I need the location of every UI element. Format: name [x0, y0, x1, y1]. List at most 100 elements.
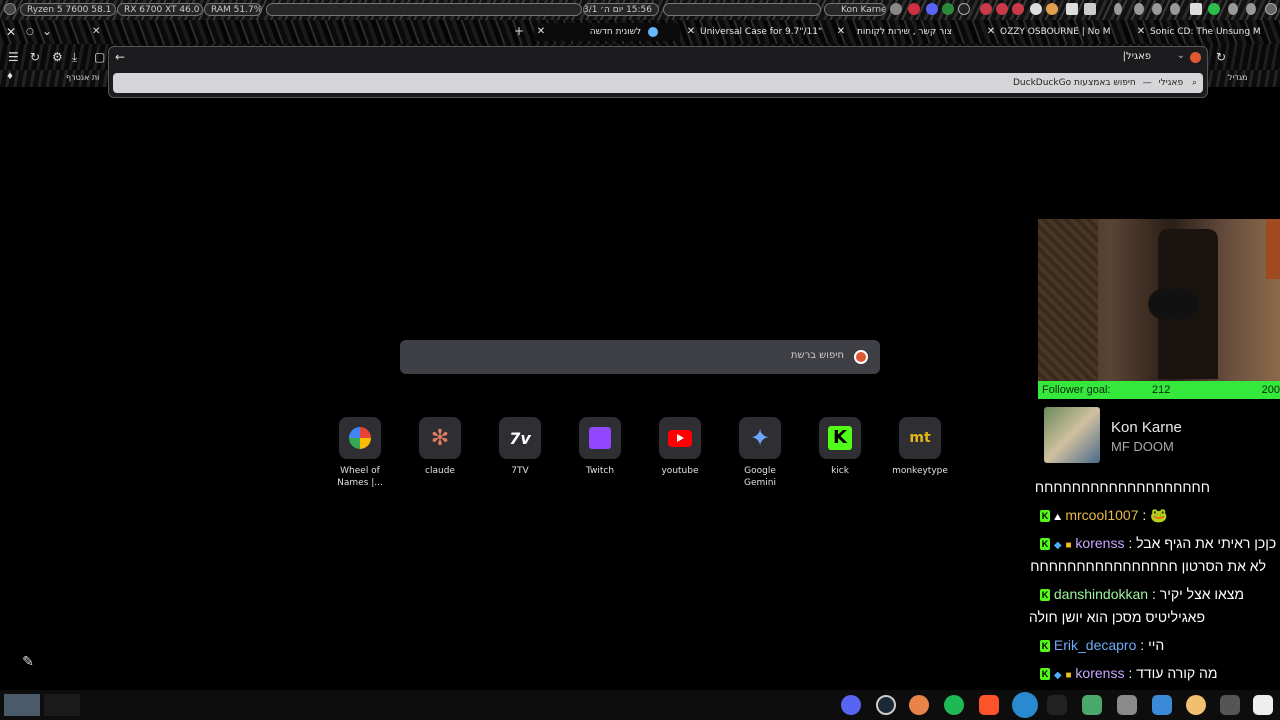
twitch-icon	[579, 417, 621, 459]
tab-ozzy[interactable]: ✕ OZZY OSBOURNE | No M	[984, 23, 1110, 41]
chevron-down-icon[interactable]: ⌄	[42, 24, 52, 38]
frog-emote-icon: 🐸	[1150, 507, 1168, 523]
tab-universal-case[interactable]: ✕ Universal Case for 9.7"/11"	[684, 23, 824, 41]
duckduckgo-icon	[854, 350, 868, 364]
app-icon-3[interactable]	[1082, 695, 1102, 715]
7tv-icon: 7v	[499, 417, 541, 459]
tab-close-icon[interactable]: ✕	[534, 23, 548, 41]
bookmark-item-right[interactable]: מגדיל	[1228, 73, 1247, 82]
shortcut-kick[interactable]: K kick	[808, 417, 872, 477]
webcam-wall	[1038, 219, 1098, 381]
discord-tray-icon[interactable]	[926, 3, 938, 15]
brave-icon[interactable]	[979, 695, 999, 715]
shortcut-7tv[interactable]: 7v 7TV	[488, 417, 552, 477]
folder-icon[interactable]	[1117, 695, 1137, 715]
shortcut-claude[interactable]: ✻ claude	[408, 417, 472, 477]
shortcut-youtube[interactable]: youtube	[648, 417, 712, 477]
tab-close-icon[interactable]: ✕	[984, 23, 998, 41]
steam-icon[interactable]	[876, 695, 896, 715]
app-icon-4[interactable]	[1186, 695, 1206, 715]
badge-icon: ■	[1065, 670, 1072, 681]
steam-tray-icon[interactable]	[1030, 3, 1042, 15]
store-icon[interactable]	[1152, 695, 1172, 715]
now-playing-song: MF DOOM	[1111, 439, 1174, 454]
media-progress-bar[interactable]	[663, 3, 821, 16]
network-icon[interactable]	[1170, 3, 1180, 15]
tray-icon-3[interactable]	[942, 3, 954, 15]
shortcut-monkeytype[interactable]: mt monkeytype	[888, 417, 952, 477]
tab-new-tab[interactable]: ✕ לשונית חדשה	[534, 23, 680, 41]
volume-icon[interactable]	[1152, 3, 1162, 15]
tab-close-icon[interactable]: ✕	[684, 23, 698, 41]
edit-pencil-icon[interactable]: ✎	[16, 650, 40, 674]
tab-contact[interactable]: ✕ צור קשר , שירות לקוחות	[834, 23, 974, 41]
tray-icon-5[interactable]	[980, 3, 992, 15]
refresh-icon[interactable]: ↻	[1216, 50, 1226, 64]
kick-badge-icon: K	[1040, 510, 1050, 523]
workspace-thumb-1[interactable]	[4, 694, 40, 716]
chat-username: korenss	[1075, 665, 1125, 681]
workspace-thumb-2[interactable]	[44, 694, 80, 716]
bookmark-item-left[interactable]: ות אנטרף	[66, 73, 99, 82]
new-tab-icon[interactable]: +	[514, 24, 524, 38]
tray-icon-10[interactable]	[1084, 3, 1096, 15]
chat-text: כןכן ראיתי את הגיף אבל	[1136, 535, 1277, 551]
tab-close-icon[interactable]: ✕	[1134, 23, 1148, 41]
chevron-down-icon[interactable]: ⌄	[1177, 50, 1185, 61]
follower-goal-bar: Follower goal: 212 200	[1038, 381, 1280, 399]
extensions-icon[interactable]: ⚙	[52, 50, 63, 64]
web-search-box[interactable]: חיפוש ברשת	[400, 340, 880, 374]
clipboard-icon[interactable]	[1190, 3, 1202, 15]
power-icon[interactable]	[4, 3, 16, 15]
album-art	[1044, 407, 1100, 463]
tray-icon-11[interactable]	[1134, 3, 1144, 15]
system-top-bar: Ryzen 5 7600 58.1 °C RX 6700 XT 46.0 °C …	[0, 0, 1280, 20]
shortcut-twitch[interactable]: Twitch	[568, 417, 632, 477]
chat-username: danshindokkan	[1053, 586, 1149, 602]
duckduckgo-icon[interactable]	[1190, 52, 1201, 63]
suggestion-separator: —	[1142, 78, 1152, 88]
tray-icon-7[interactable]	[1012, 3, 1024, 15]
back-arrow-icon[interactable]: ←	[115, 50, 125, 64]
menu-icon[interactable]: ☰	[8, 50, 19, 64]
url-input[interactable]: פאגיל|	[1123, 51, 1151, 62]
app-icon-5[interactable]	[1220, 695, 1240, 715]
app-icon-1[interactable]	[909, 695, 929, 715]
media-title[interactable]: Kon Karne	[824, 3, 886, 16]
spotify-icon[interactable]	[944, 695, 964, 715]
badge-icon: ◆	[1053, 670, 1062, 681]
tray-icon-14[interactable]	[1246, 3, 1256, 15]
tray-icon-6[interactable]	[996, 3, 1008, 15]
reload-icon[interactable]: ↻	[30, 50, 40, 64]
tray-icon-8[interactable]	[1046, 3, 1058, 15]
tray-icon-1[interactable]	[890, 3, 902, 15]
sidebar-icon[interactable]: ▢	[94, 50, 105, 64]
shortcut-wheel-of-names[interactable]: Wheel of Names |...	[328, 417, 392, 489]
close-icon[interactable]: ✕	[92, 25, 100, 39]
close-window-icon[interactable]: ✕	[6, 25, 16, 39]
workspace-bar[interactable]	[266, 3, 582, 16]
bookmark-icon[interactable]: ♦	[6, 72, 14, 82]
search-suggestion[interactable]: ⌕ פאגילי — חיפוש באמצעות DuckDuckGo	[113, 73, 1203, 93]
tray-icon-12[interactable]	[1208, 3, 1220, 15]
tray-icon-2[interactable]	[908, 3, 920, 15]
url-bar[interactable]: ← פאגיל| ⌄	[109, 47, 1207, 69]
tray-icon-15[interactable]	[1265, 3, 1277, 15]
tray-icon-13[interactable]	[1228, 3, 1238, 15]
clock[interactable]: 15:56 יום ה׳ 3/1	[583, 3, 659, 16]
wheel-of-names-icon	[339, 417, 381, 459]
app-icon-2[interactable]	[1047, 695, 1067, 715]
discord-icon[interactable]	[841, 695, 861, 715]
now-playing-artist: Kon Karne	[1111, 419, 1182, 436]
bluetooth-icon[interactable]	[1114, 3, 1122, 15]
tray-icon-4[interactable]	[958, 3, 970, 15]
download-icon[interactable]: ⤓	[72, 50, 77, 64]
browser-icon[interactable]	[1012, 692, 1038, 718]
shortcut-gemini[interactable]: ✦ Google Gemini	[728, 417, 792, 489]
app-icon-6[interactable]	[1253, 695, 1273, 715]
tab-sonic[interactable]: ✕ Sonic CD: The Unsung M	[1134, 23, 1280, 41]
chat-message: K danshindokkan : מצאו אצל יקיר	[1040, 586, 1245, 602]
tab-overflow-icon[interactable]: ○	[26, 25, 34, 39]
tray-icon-9[interactable]	[1066, 3, 1078, 15]
tab-close-icon[interactable]: ✕	[834, 23, 848, 41]
